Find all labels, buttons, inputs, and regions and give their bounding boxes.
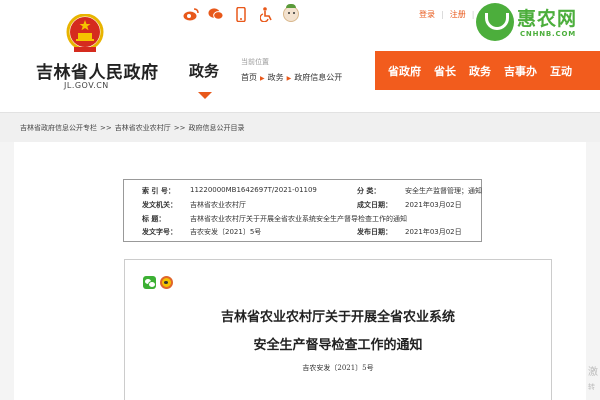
- meta-row: 标 题： 吉林省农业农村厅关于开展全省农业系统安全生产督导检查工作的通知: [124, 214, 483, 226]
- document-title-line-2: 安全生产督导检查工作的通知: [253, 338, 423, 353]
- meta-value-category: 安全生产监督管理；通知: [405, 187, 482, 195]
- nav-item-interaction[interactable]: 互动: [537, 63, 572, 79]
- watermark-name: 惠农网: [517, 8, 578, 30]
- social-links: [183, 4, 299, 22]
- cnhnb-logo-icon: [476, 3, 514, 41]
- site-title[interactable]: 吉林省人民政府: [36, 58, 159, 83]
- nav-item-governor[interactable]: 省长: [421, 63, 456, 79]
- share-weibo-icon[interactable]: [160, 276, 173, 289]
- mascot-icon[interactable]: [283, 4, 299, 22]
- breadcrumb-separator: >>: [173, 124, 186, 132]
- path-home-link[interactable]: 首页: [241, 73, 257, 82]
- meta-label-created: 成文日期：: [357, 201, 392, 209]
- site-header: 吉林省人民政府 JL.GOV.CN 政务 当前位置 首页 ▶ 政务 ▶ 政府信息公开 登…: [0, 0, 600, 112]
- weibo-icon[interactable]: [183, 6, 199, 22]
- login-link[interactable]: 登录: [419, 10, 435, 19]
- main-nav: 省政府 省长 政务 吉事办 互动: [375, 51, 600, 90]
- breadcrumb-item-department[interactable]: 吉林省农业农村厅: [115, 124, 171, 132]
- meta-label-doc-no: 发文字号：: [142, 228, 177, 236]
- path-info-link[interactable]: 政府信息公开: [294, 73, 342, 82]
- section-title: 政务: [189, 62, 220, 80]
- path-separator-icon: ▶: [286, 75, 292, 82]
- meta-value-created: 2021年03月02日: [405, 201, 462, 209]
- top-link-divider: |: [471, 10, 475, 19]
- current-path: 首页 ▶ 政务 ▶ 政府信息公开: [241, 72, 342, 83]
- breadcrumb-item-catalog[interactable]: 政府信息公开目录: [188, 124, 244, 132]
- breadcrumb: 吉林省政府信息公开专栏 >> 吉林省农业农村厅 >> 政府信息公开目录: [20, 123, 244, 133]
- right-edge-text: 激 转: [588, 366, 598, 394]
- watermark-url: CNHNB.COM: [520, 30, 576, 38]
- document-body: [124, 259, 552, 400]
- meta-label-published: 发布日期：: [357, 228, 392, 236]
- document-meta-table: 索 引 号： 11220000MB1642697T/2021-01109 分 类…: [123, 179, 482, 242]
- right-edge-char: 激: [588, 367, 598, 378]
- breadcrumb-band: 吉林省政府信息公开专栏 >> 吉林省农业农村厅 >> 政府信息公开目录: [0, 112, 600, 142]
- meta-row: 索 引 号： 11220000MB1642697T/2021-01109 分 类…: [124, 186, 483, 198]
- meta-value-index-no: 11220000MB1642697T/2021-01109: [190, 186, 317, 194]
- site-domain: JL.GOV.CN: [64, 81, 109, 90]
- meta-label-issuer: 发文机关：: [142, 201, 177, 209]
- meta-row: 发文机关： 吉林省农业农村厅 成文日期： 2021年03月02日: [124, 200, 483, 212]
- meta-label-title: 标 题：: [142, 215, 166, 223]
- register-link[interactable]: 注册: [450, 10, 466, 19]
- meta-label-category: 分 类：: [357, 187, 381, 195]
- current-location-label: 当前位置: [241, 58, 269, 66]
- nav-item-provincial-government[interactable]: 省政府: [375, 63, 421, 79]
- breadcrumb-separator: >>: [100, 124, 112, 132]
- document-title-line-1: 吉林省农业农村厅关于开展全省农业系统: [220, 310, 455, 325]
- nav-item-jishiban[interactable]: 吉事办: [491, 63, 537, 79]
- meta-value-doc-no: 吉农安发〔2021〕5号: [190, 228, 262, 236]
- path-zw-link[interactable]: 政务: [268, 73, 284, 82]
- right-edge-char: 转: [588, 383, 595, 391]
- meta-label-index-no: 索 引 号：: [142, 187, 175, 195]
- meta-value-title: 吉林省农业农村厅关于开展全省农业系统安全生产督导检查工作的通知: [190, 215, 407, 223]
- document-number: 吉农安发〔2021〕5号: [302, 364, 374, 372]
- nav-item-government-affairs[interactable]: 政务: [456, 63, 491, 79]
- accessibility-icon[interactable]: [258, 6, 274, 22]
- wechat-icon[interactable]: [208, 6, 224, 22]
- path-separator-icon: ▶: [260, 75, 265, 82]
- section-arrow-icon: [198, 92, 212, 99]
- top-link-divider: |: [441, 10, 444, 19]
- meta-value-issuer: 吉林省农业农村厅: [190, 201, 246, 209]
- share-wechat-icon[interactable]: [143, 276, 156, 289]
- breadcrumb-item-column[interactable]: 吉林省政府信息公开专栏: [20, 124, 97, 132]
- national-emblem-icon: [66, 14, 104, 52]
- mobile-icon[interactable]: [233, 6, 249, 22]
- meta-value-published: 2021年03月02日: [405, 228, 462, 236]
- meta-row: 发文字号： 吉农安发〔2021〕5号 发布日期： 2021年03月02日: [124, 227, 483, 239]
